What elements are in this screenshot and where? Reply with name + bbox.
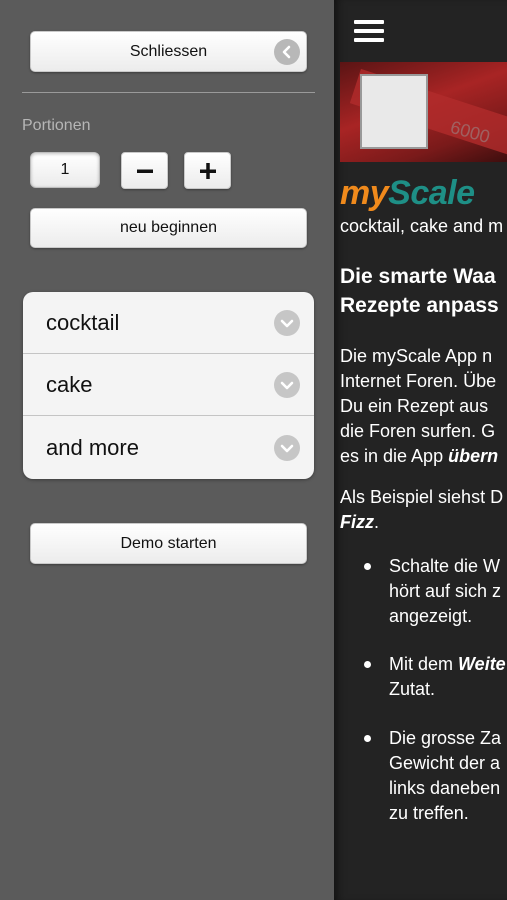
main-content: 6000 myScale cocktail, cake and m Die sm… <box>334 0 507 900</box>
minus-icon <box>136 169 153 173</box>
category-label: and more <box>46 434 139 460</box>
paragraph-line: es in die App übern <box>340 446 499 466</box>
restart-button[interactable]: neu beginnen <box>30 208 307 248</box>
paragraph-line: Du ein Rezept aus <box>340 396 489 416</box>
category-label: cake <box>46 371 93 397</box>
paragraph-line: Fizz. <box>340 512 380 532</box>
headline-line: Die smarte Waa <box>340 265 496 288</box>
app-logo: myScale <box>340 174 475 213</box>
tagline: cocktail, cake and m <box>340 216 504 236</box>
intro-paragraph: Die myScale App n Internet Foren. Übe Du… <box>340 344 498 469</box>
decrease-portion-button[interactable] <box>121 152 168 189</box>
bullet-dot <box>364 563 371 570</box>
chevron-down-icon <box>274 434 300 461</box>
category-label: cocktail <box>46 309 120 335</box>
list-item-line: zu treffen. <box>389 803 469 823</box>
list-item-line: Schalte die W <box>389 556 501 576</box>
list-item-line: links daneben <box>389 778 501 798</box>
side-panel: Schliessen Portionen 1 neu beginnen cock… <box>0 0 334 900</box>
demo-start-label: Demo starten <box>120 534 217 552</box>
chevron-down-icon <box>274 371 300 398</box>
list-item-line: Zutat. <box>389 679 436 699</box>
list-item-line: Gewicht der a <box>389 753 501 773</box>
close-circle-icon <box>274 39 300 65</box>
list-item-line: Mit dem Weite <box>389 654 506 674</box>
close-button[interactable]: Schliessen <box>30 31 307 72</box>
category-list: cocktail cake and more <box>23 292 314 479</box>
list-item-line: Die grosse Za <box>389 728 502 748</box>
divider <box>22 92 315 93</box>
paragraph-line: Internet Foren. Übe <box>340 371 497 391</box>
emphasis-text: übern <box>448 446 499 466</box>
emphasis-text: Fizz <box>340 512 374 532</box>
restart-button-label: neu beginnen <box>120 219 217 236</box>
paragraph-line: Die myScale App n <box>340 346 493 366</box>
chevron-down-icon <box>274 309 300 336</box>
category-item-cocktail[interactable]: cocktail <box>23 292 314 354</box>
close-button-label: Schliessen <box>129 42 208 60</box>
headline: Die smarte Waa Rezepte anpass <box>340 262 499 320</box>
bullet-dot <box>364 661 371 668</box>
list-item-line: hört auf sich z <box>389 581 502 601</box>
list-item-line: angezeigt. <box>389 606 473 626</box>
emphasis-text: Weite <box>458 654 506 674</box>
portion-input[interactable]: 1 <box>30 152 100 188</box>
portions-label: Portionen <box>22 117 91 134</box>
headline-line: Rezepte anpass <box>340 294 499 317</box>
logo-scale: Scale <box>388 174 475 212</box>
increase-portion-button[interactable] <box>184 152 231 189</box>
category-item-and-more[interactable]: and more <box>23 416 314 479</box>
plus-icon <box>199 162 216 179</box>
demo-start-button[interactable]: Demo starten <box>30 523 307 564</box>
bullet-dot <box>364 735 371 742</box>
category-item-cake[interactable]: cake <box>23 354 314 416</box>
logo-my: my <box>340 174 389 212</box>
hamburger-menu-icon[interactable] <box>354 20 384 44</box>
paragraph-line: Als Beispiel siehst D <box>340 487 504 507</box>
example-paragraph: Als Beispiel siehst D Fizz. <box>340 485 503 535</box>
paragraph-line: die Foren surfen. G <box>340 421 496 441</box>
hero-image: 6000 <box>340 62 507 162</box>
